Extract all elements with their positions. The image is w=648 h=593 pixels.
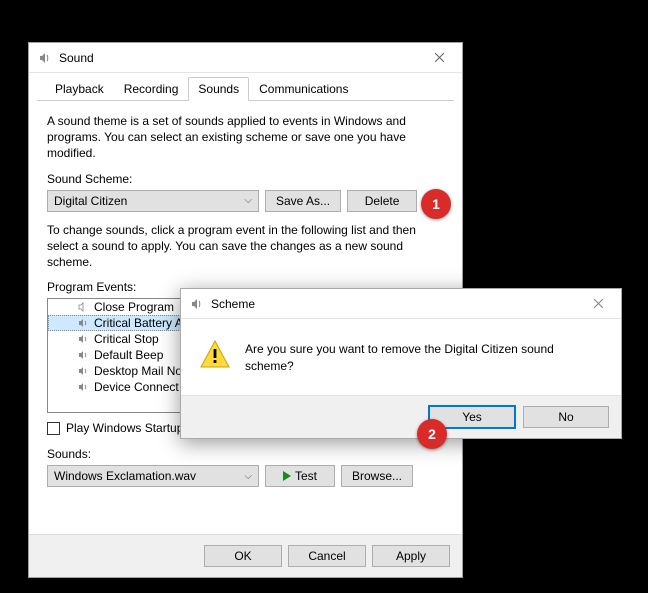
speaker-icon (76, 301, 90, 313)
dialog-message: Are you sure you want to remove the Digi… (245, 339, 603, 375)
speaker-icon (76, 381, 90, 393)
scheme-dialog: Scheme Are you sure you want to remove t… (180, 288, 622, 439)
chevron-down-icon: ⌵ (244, 471, 252, 482)
checkbox-icon[interactable] (47, 422, 60, 435)
cancel-button[interactable]: Cancel (288, 545, 366, 567)
speaker-icon (76, 317, 90, 329)
tab-sounds[interactable]: Sounds (188, 77, 249, 100)
dialog-buttons: Yes No (181, 395, 621, 438)
annotation-badge-2: 2 (417, 419, 447, 449)
dialog-title: Scheme (211, 297, 577, 311)
titlebar[interactable]: Scheme (181, 289, 621, 319)
event-label: Critical Stop (94, 332, 159, 346)
speaker-icon (76, 365, 90, 377)
sounds-value: Windows Exclamation.wav (54, 469, 196, 483)
tab-strip: Playback Recording Sounds Communications (37, 73, 454, 101)
browse-button[interactable]: Browse... (341, 465, 413, 487)
tab-playback[interactable]: Playback (45, 77, 114, 100)
chevron-down-icon: ⌵ (244, 195, 252, 206)
speaker-icon (76, 333, 90, 345)
speaker-icon (76, 349, 90, 361)
sounds-label: Sounds: (47, 447, 444, 461)
dialog-body: Are you sure you want to remove the Digi… (181, 319, 621, 395)
dialog-footer: OK Cancel Apply (29, 534, 462, 577)
ok-button[interactable]: OK (204, 545, 282, 567)
titlebar[interactable]: Sound (29, 43, 462, 73)
sound-icon (189, 296, 205, 312)
sound-icon (37, 50, 53, 66)
sounds-combo[interactable]: Windows Exclamation.wav ⌵ (47, 465, 259, 487)
annotation-badge-1: 1 (421, 189, 451, 219)
events-description: To change sounds, click a program event … (47, 222, 444, 271)
save-as-button[interactable]: Save As... (265, 190, 341, 212)
close-icon[interactable] (418, 44, 460, 72)
tab-recording[interactable]: Recording (114, 77, 189, 100)
no-button[interactable]: No (523, 406, 609, 428)
test-button[interactable]: Test (265, 465, 335, 487)
warning-icon (199, 339, 231, 369)
event-label: Default Beep (94, 348, 163, 362)
scheme-value: Digital Citizen (54, 194, 127, 208)
scheme-combo[interactable]: Digital Citizen ⌵ (47, 190, 259, 212)
tab-communications[interactable]: Communications (249, 77, 358, 100)
play-icon (283, 471, 291, 481)
close-icon[interactable] (577, 290, 619, 318)
window-title: Sound (59, 51, 418, 65)
event-label: Device Connect (94, 380, 179, 394)
apply-button[interactable]: Apply (372, 545, 450, 567)
delete-button[interactable]: Delete (347, 190, 417, 212)
scheme-description: A sound theme is a set of sounds applied… (47, 113, 444, 162)
test-label: Test (295, 469, 317, 483)
scheme-label: Sound Scheme: (47, 172, 444, 186)
event-label: Close Program (94, 300, 174, 314)
